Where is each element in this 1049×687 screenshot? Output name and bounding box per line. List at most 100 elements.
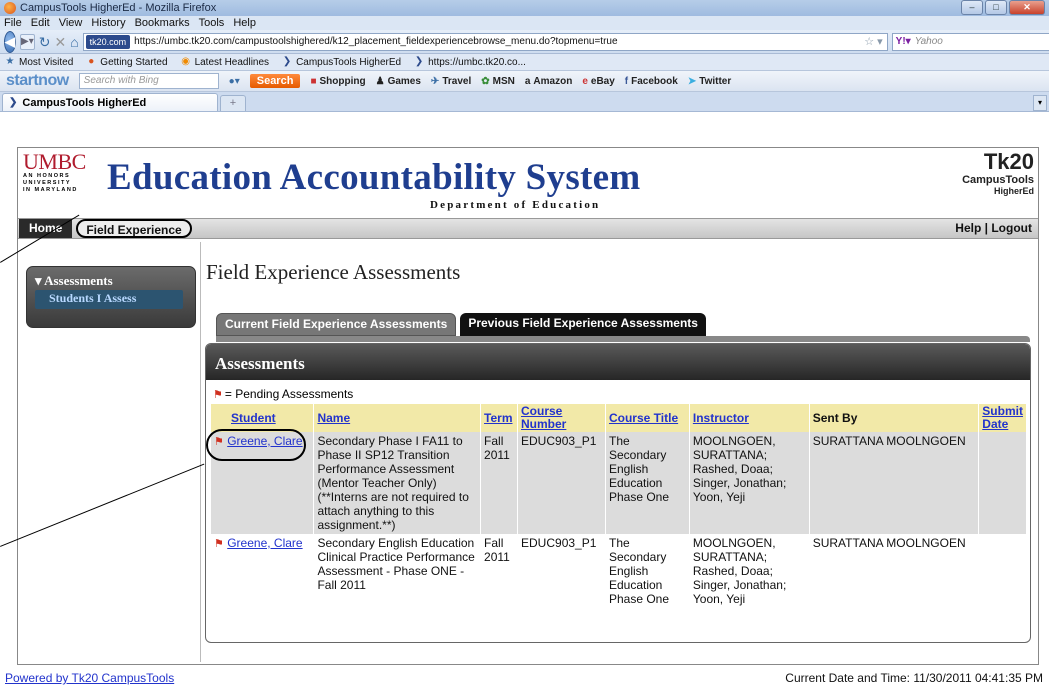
pending-flag-icon: ⚑ [213,388,223,401]
tab-current-assessments[interactable]: Current Field Experience Assessments [216,313,457,336]
games-icon: ♟ [375,75,385,87]
column-course-number[interactable]: Course Number [517,404,606,432]
search-engine-icon[interactable]: ●▾ [229,76,240,87]
browser-tab[interactable]: ❯ CampusTools HigherEd [2,93,218,111]
amazon-icon: a [524,75,531,87]
home-icon[interactable]: ⌂ [70,34,78,50]
forward-button[interactable]: ▶▾ [20,33,35,50]
bookmark-star-icon[interactable]: ☆ ▾ [864,35,882,48]
toolbar-twitter[interactable]: ➤ Twitter [688,76,731,87]
assessment-tabs: Current Field Experience Assessments Pre… [216,313,706,336]
assessments-panel: Assessments ⚑ = Pending Assessments Stud… [205,343,1031,643]
logout-link[interactable]: Logout [991,221,1032,235]
course-number: EDUC903_P1 [517,534,606,608]
tab-previous-assessments[interactable]: Previous Field Experience Assessments [460,313,706,336]
window-titlebar: CampusTools HigherEd - Mozilla Firefox –… [0,0,1049,16]
column-student[interactable]: Student [211,404,315,432]
system-title: Education Accountability System [107,157,641,198]
caret-down-icon: ▾ [35,273,42,288]
student-cell: ⚑ Greene, Clare [206,429,315,534]
course-title: The Secondary English Education Phase On… [605,432,690,534]
stop-icon[interactable]: ✕ [54,34,66,50]
tk20-logo-line2: HigherEd [993,186,1034,196]
table-row: ⚑ Greene, Clare Secondary Phase I FA11 t… [206,429,1027,534]
current-datetime: Current Date and Time: 11/30/2011 04:41:… [785,671,1043,685]
toolbar-facebook[interactable]: f Facebook [625,76,678,87]
nav-field-experience[interactable]: Field Experience [76,219,192,238]
toolbar-item-label: Games [387,75,421,87]
pending-flag-icon: ⚑ [214,436,224,448]
menu-edit[interactable]: Edit [31,17,50,29]
bookmark-label: Getting Started [100,56,168,68]
toolbar-item-label: eBay [590,75,615,87]
bing-search-input[interactable]: Search with Bing [78,73,219,89]
site-identity-badge[interactable]: tk20.com [85,34,131,49]
column-submit-date[interactable]: Submit Date [978,404,1027,432]
back-button[interactable]: ◀ [4,30,16,53]
travel-icon: ✈ [430,75,440,87]
tk20-logo: Tk20 CampusTools HigherEd [962,150,1034,197]
sidebar-heading[interactable]: ▾ Assessments [35,273,195,289]
tab-list-button[interactable]: ▾ [1033,95,1047,111]
bookmark-label: https://umbc.tk20.co... [428,56,526,68]
tk20-favicon: ❯ [282,56,292,67]
bookmark-umbc-tk20[interactable]: ❯ https://umbc.tk20.co... [413,56,526,68]
browser-tab-title: CampusTools HigherEd [22,96,147,109]
maximize-button[interactable]: □ [985,0,1007,15]
toolbar-shopping[interactable]: ■ Shopping [310,76,365,87]
student-cell: ⚑ Greene, Clare [211,534,315,608]
menu-tools[interactable]: Tools [199,17,225,29]
student-link[interactable]: Greene, Clare [227,434,302,448]
toolbar-item-label: Facebook [631,75,678,87]
yahoo-icon[interactable]: Y!▾ [896,36,911,47]
umbc-logo-tagline: IN MARYLAND [23,187,78,193]
menu-bookmarks[interactable]: Bookmarks [135,17,190,29]
menu-history[interactable]: History [91,17,125,29]
tab-underline [216,336,1030,342]
firefox-small-icon: ● [88,56,95,67]
column-sent-by: Sent By [809,404,980,432]
bookmark-campustools[interactable]: ❯ CampusTools HigherEd [281,56,401,68]
column-name[interactable]: Name [313,404,482,432]
toolbar-games[interactable]: ♟ Games [376,76,421,87]
top-navigation: Home Field Experience Help | Logout [18,218,1038,239]
column-instructor[interactable]: Instructor [689,404,810,432]
web-search-input[interactable]: Y!▾ Yahoo [891,32,1049,51]
toolbar-item-label: Twitter [699,75,732,87]
assessment-name: Secondary English Education Clinical Pra… [313,534,482,608]
close-window-button[interactable]: ✕ [1009,0,1045,15]
minimize-button[interactable]: – [961,0,983,15]
toolbar-item-label: Shopping [319,75,366,87]
bookmark-latest-headlines[interactable]: ◉ Latest Headlines [180,56,269,68]
bookmark-getting-started[interactable]: ● Getting Started [85,56,167,68]
toolbar-search-button[interactable]: Search [249,74,301,88]
menu-view[interactable]: View [59,17,83,29]
startnow-logo[interactable]: startnow [6,72,69,90]
menu-help[interactable]: Help [233,17,256,29]
toolbar-amazon[interactable]: a Amazon [525,76,572,87]
term: Fall 2011 [480,534,519,608]
department-subtitle: Department of Education [430,199,601,211]
help-link[interactable]: Help [955,221,981,235]
umbc-logo[interactable]: UMBC AN HONORS UNIVERSITY IN MARYLAND [23,149,86,194]
umbc-logo-text: UMBC [23,149,86,174]
column-course-title[interactable]: Course Title [605,404,690,432]
column-term[interactable]: Term [480,404,519,432]
new-tab-button[interactable]: + [220,95,246,111]
submit-date [978,534,1027,608]
menu-file[interactable]: File [4,17,22,29]
umbc-logo-tagline: AN HONORS [23,173,71,179]
msn-icon: ✿ [481,75,490,87]
toolbar-travel[interactable]: ✈ Travel [431,76,471,87]
powered-by-link[interactable]: Powered by Tk20 CampusTools [5,671,174,685]
bookmark-most-visited[interactable]: ★ Most Visited [4,56,74,68]
sidebar-item-students-i-assess[interactable]: Students I Assess [35,290,183,309]
page-frame: UMBC AN HONORS UNIVERSITY IN MARYLAND Ed… [17,147,1039,665]
toolbar-ebay[interactable]: e eBay [582,76,614,87]
url-bar[interactable]: tk20.com https://umbc.tk20.com/campustoo… [82,32,888,51]
toolbar-msn[interactable]: ✿ MSN [481,76,515,87]
pending-flag-icon: ⚑ [214,538,224,550]
bookmark-label: CampusTools HigherEd [296,56,402,68]
reload-icon[interactable]: ↻ [39,34,51,50]
student-link[interactable]: Greene, Clare [227,536,302,550]
